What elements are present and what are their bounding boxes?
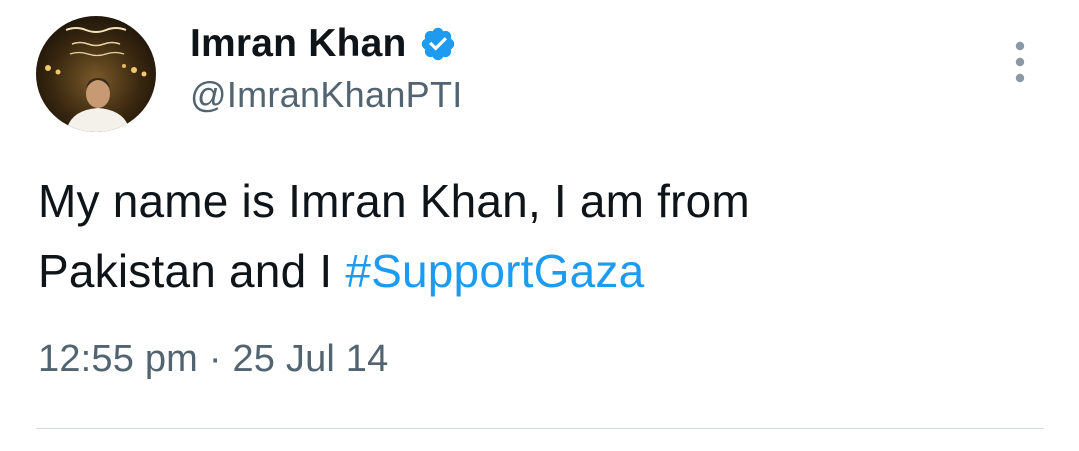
divider [36,428,1044,429]
tweet-timestamp: 12:55 pm · 25 Jul 14 [38,338,388,381]
tweet-time[interactable]: 12:55 pm [38,338,198,380]
tweet-text-line2: Pakistan and I [38,245,346,297]
tweet-card: Imran Khan @ImranKhanPTI My name is Imra… [0,0,1079,451]
tweet-text-line1: My name is Imran Khan, I am from [38,175,750,227]
author-name-row: Imran Khan [190,20,457,68]
verified-badge-icon[interactable] [419,25,457,63]
author-avatar[interactable] [36,16,156,132]
more-vertical-icon[interactable] [1006,40,1034,84]
profile-photo-icon [36,16,156,132]
author-handle[interactable]: @ImranKhanPTI [190,74,463,116]
author-display-name[interactable]: Imran Khan [190,22,407,66]
meta-separator: · [208,338,222,380]
tweet-text: My name is Imran Khan, I am from Pakistan… [38,166,1038,306]
hashtag-link[interactable]: #SupportGaza [345,245,644,297]
tweet-date[interactable]: 25 Jul 14 [232,338,388,380]
